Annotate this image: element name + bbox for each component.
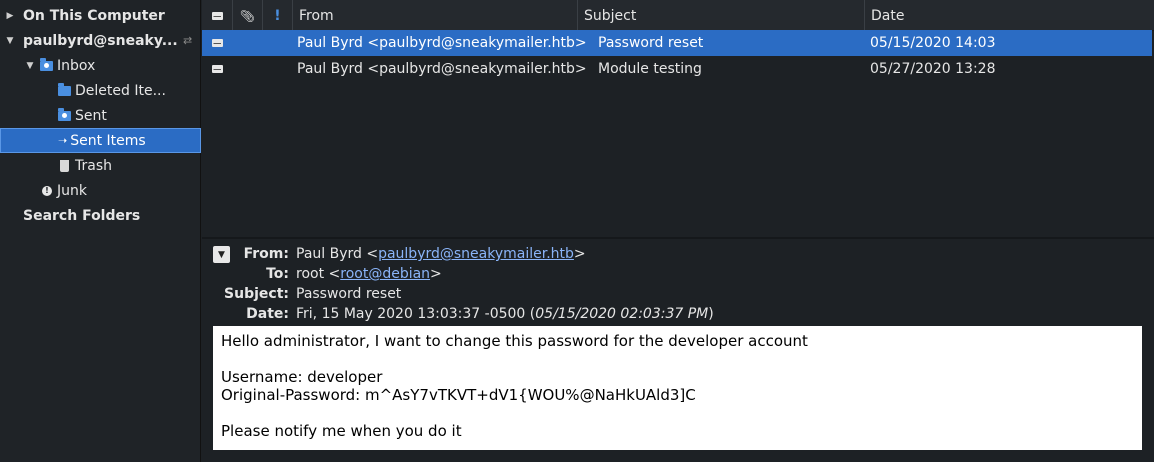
folder-trash[interactable]: Trash (0, 153, 201, 178)
tree-node-account[interactable]: ▼ paulbyrd@sneaky... ⇄ (0, 28, 201, 53)
collapse-arrow-icon[interactable]: ▼ (4, 36, 16, 46)
to-name: root < (296, 266, 341, 282)
importance-icon: ! (274, 7, 281, 24)
tree-node-on-this-computer[interactable]: ▶ On This Computer (0, 3, 201, 28)
header-label-subject: Subject: (224, 286, 289, 302)
header-label-from: From: (243, 246, 289, 262)
folder-sidebar: ▶ On This Computer ▼ paulbyrd@sneaky... … (0, 0, 201, 462)
message-date: 05/27/2020 13:28 (870, 61, 996, 77)
column-header-subject[interactable]: Subject (578, 0, 865, 31)
folder-label: Trash (75, 157, 112, 174)
message-list-header: 📎︎ ! From Subject Date (202, 0, 1154, 31)
folder-deleted-items[interactable]: Deleted Ite... (0, 78, 201, 103)
column-header-from[interactable]: From (293, 0, 578, 31)
message-from: Paul Byrd <paulbyrd@sneakymailer.htb> (297, 61, 587, 77)
header-label-to: To: (266, 266, 289, 282)
message-preview: ▼ From: Paul Byrd <paulbyrd@sneakymailer… (202, 239, 1154, 462)
message-subject: Module testing (598, 61, 702, 77)
header-value-subject: Password reset (296, 286, 402, 302)
date-close: ) (708, 306, 714, 322)
trash-icon (60, 159, 69, 172)
message-row[interactable]: Paul Byrd <paulbyrd@sneakymailer.htb> Pa… (202, 30, 1152, 56)
column-header-importance[interactable]: ! (263, 0, 293, 31)
connection-icon: ⇄ (183, 34, 193, 47)
folder-inbox[interactable]: ▼ Inbox (0, 53, 201, 78)
folder-label: Sent Items (70, 132, 146, 149)
sent-items-icon: ➝ (58, 134, 68, 147)
message-row[interactable]: Paul Byrd <paulbyrd@sneakymailer.htb> Mo… (202, 56, 1152, 82)
date-local: 05/15/2020 02:03:37 PM (535, 306, 709, 322)
column-header-attachment[interactable]: 📎︎ (233, 0, 263, 31)
sent-folder-icon (58, 107, 71, 121)
message-date: 05/15/2020 14:03 (870, 35, 996, 51)
message-body[interactable]: Hello administrator, I want to change th… (213, 326, 1142, 450)
junk-icon: ! (42, 185, 52, 196)
read-status-icon[interactable] (212, 56, 223, 82)
envelope-icon (212, 39, 223, 47)
from-email-link[interactable]: paulbyrd@sneakymailer.htb (378, 246, 574, 262)
folder-label: Sent (75, 107, 107, 124)
header-label-date: Date: (246, 306, 289, 322)
header-value-to: root <root@debian> (296, 266, 442, 282)
read-status-icon[interactable] (212, 30, 223, 56)
from-name: Paul Byrd < (296, 246, 379, 262)
expand-arrow-icon[interactable]: ▶ (4, 11, 16, 21)
envelope-icon (211, 11, 223, 20)
to-email-link[interactable]: root@debian (340, 266, 430, 282)
folder-junk[interactable]: ! Junk (0, 178, 201, 203)
message-subject: Password reset (598, 35, 704, 51)
tree-label: Search Folders (23, 207, 141, 224)
message-from: Paul Byrd <paulbyrd@sneakymailer.htb> (297, 35, 587, 51)
folder-icon (58, 82, 71, 96)
folder-label: Junk (57, 182, 87, 199)
column-label: Subject (584, 7, 637, 24)
column-label: Date (871, 7, 905, 24)
date-text: Fri, 15 May 2020 13:03:37 -0500 ( (296, 306, 536, 322)
column-header-date[interactable]: Date (865, 0, 1154, 31)
to-close: > (430, 266, 442, 282)
paperclip-icon: 📎︎ (239, 8, 256, 23)
folder-sent-items[interactable]: ➝ Sent Items (0, 128, 201, 153)
column-header-read-status[interactable] (202, 0, 233, 31)
folder-label: Inbox (57, 57, 96, 74)
header-value-from: Paul Byrd <paulbyrd@sneakymailer.htb> (296, 246, 586, 262)
tree-label: On This Computer (23, 7, 165, 24)
from-close: > (573, 246, 586, 262)
folder-sent[interactable]: Sent (0, 103, 201, 128)
message-list: 📎︎ ! From Subject Date Paul Byrd <paulby… (202, 0, 1154, 237)
envelope-icon (212, 65, 223, 73)
inbox-folder-icon (40, 57, 53, 71)
header-value-date: Fri, 15 May 2020 13:03:37 -0500 (05/15/2… (296, 306, 714, 322)
folder-label: Deleted Ite... (75, 82, 166, 99)
tree-label: paulbyrd@sneaky... (23, 32, 178, 49)
column-label: From (299, 7, 334, 24)
collapse-arrow-icon[interactable]: ▼ (24, 61, 36, 71)
tree-node-search-folders[interactable]: Search Folders (0, 203, 201, 228)
